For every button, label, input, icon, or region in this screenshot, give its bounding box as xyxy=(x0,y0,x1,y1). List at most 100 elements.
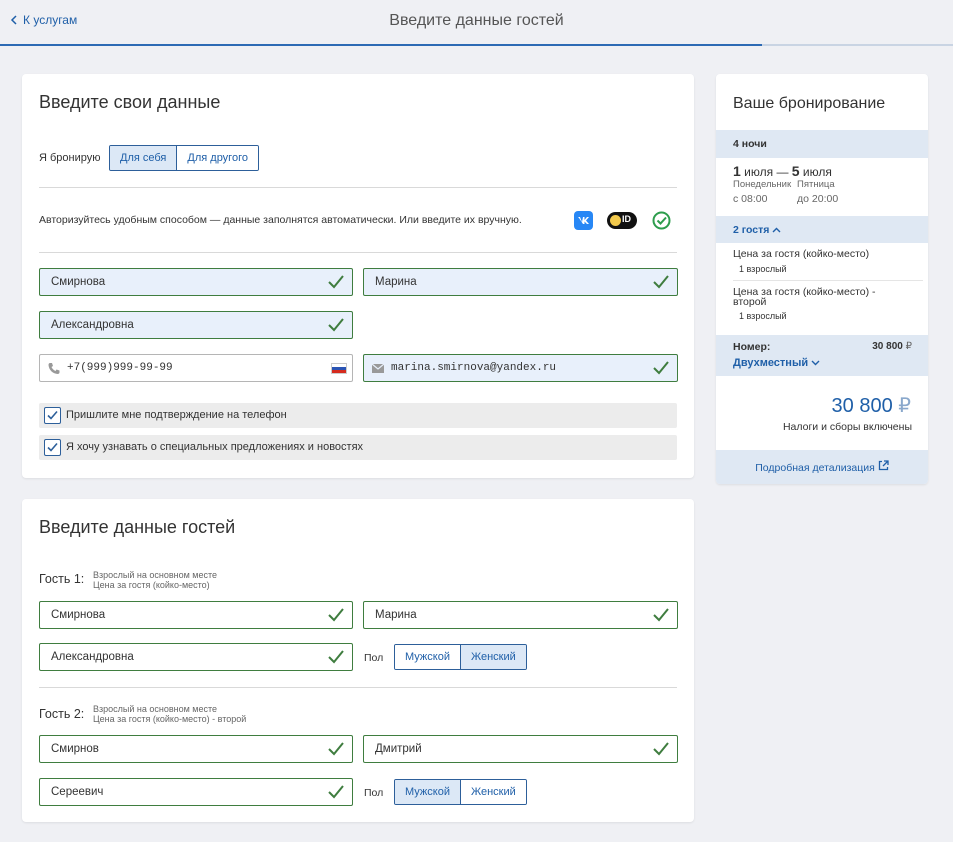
taxes-note: Налоги и сборы включены xyxy=(782,421,912,433)
checkin-day: 1 xyxy=(733,163,741,179)
guests-card: Введите данные гостей Гость 1: Взрослый … xyxy=(22,499,694,822)
guest-1-middle-name-value: Александровна xyxy=(51,651,134,663)
check-icon xyxy=(328,742,344,756)
guest-1-note: Взрослый на основном месте Цена за гостя… xyxy=(93,570,217,590)
guests-title: Введите данные гостей xyxy=(39,517,236,537)
check-icon xyxy=(328,650,344,664)
date-dash: — xyxy=(776,165,789,179)
divider xyxy=(39,687,677,688)
gosuslugi-check-icon[interactable] xyxy=(652,211,671,230)
email-field[interactable]: marina.smirnova@yandex.ru xyxy=(363,354,678,382)
checkout-month: июля xyxy=(802,165,832,179)
top-bar: К услугам Введите данные гостей xyxy=(0,0,953,46)
guest-row-2-sub: 1 взрослый xyxy=(739,311,787,321)
guests-toggle-header[interactable]: 2 гостя xyxy=(716,216,928,243)
guest-1-last-name-field[interactable]: Смирнова xyxy=(39,601,353,629)
guest-2-note-line1: Взрослый на основном месте xyxy=(93,704,218,714)
guest-1-gender-male-button[interactable]: Мужской xyxy=(395,645,460,669)
details-link[interactable]: Подробная детализация xyxy=(716,460,928,474)
check-icon xyxy=(328,608,344,622)
guest-2-note-line2: Цена за гостя (койко-место) - второй xyxy=(93,714,247,724)
check-icon xyxy=(653,742,669,756)
check-icon xyxy=(653,608,669,622)
guest-2-first-name-field[interactable]: Дмитрий xyxy=(363,735,678,763)
check-icon xyxy=(328,318,344,332)
mail-icon xyxy=(371,363,385,373)
checkin-time: с 08:00 xyxy=(733,193,768,205)
news-checkbox[interactable] xyxy=(44,439,61,456)
phone-field[interactable]: +7(999)999-99-99 xyxy=(39,354,353,382)
middle-name-field[interactable]: Александровна xyxy=(39,311,353,339)
own-data-title: Введите свои данные xyxy=(39,92,221,112)
chevron-up-icon xyxy=(772,227,781,233)
divider xyxy=(39,187,677,188)
check-icon xyxy=(328,785,344,799)
sber-id-icon[interactable]: ID xyxy=(607,212,637,229)
guest-2-middle-name-value: Сереевич xyxy=(51,786,104,798)
booking-for-label: Я бронирую xyxy=(39,152,101,164)
guests-toggle-label: 2 гостя xyxy=(733,224,770,236)
checkin-weekday: Понедельник xyxy=(733,179,792,190)
auth-hint: Авторизуйтесь удобным способом — данные … xyxy=(39,214,522,226)
divider xyxy=(733,280,923,281)
checkin-month: июля xyxy=(744,165,774,179)
guests-toggle[interactable]: 2 гостя xyxy=(733,224,781,236)
own-data-card: Введите свои данные Я бронирую Для себя … xyxy=(22,74,694,478)
guest-1-middle-name-field[interactable]: Александровна xyxy=(39,643,353,671)
checkmark-icon xyxy=(47,410,58,420)
checkout-day: 5 xyxy=(791,163,800,179)
russia-flag-icon[interactable] xyxy=(331,363,347,374)
first-name-field[interactable]: Марина xyxy=(363,268,678,296)
last-name-value: Смирнова xyxy=(51,276,106,288)
phone-confirmation-checkbox[interactable] xyxy=(44,407,61,424)
guest-2-middle-name-field[interactable]: Сереевич xyxy=(39,778,353,806)
checkout-weekday: Пятница xyxy=(797,179,835,190)
room-block: Номер: 30 800 ₽ Двухместный xyxy=(716,335,928,376)
phone-icon xyxy=(48,363,60,374)
room-type-toggle[interactable]: Двухместный xyxy=(733,357,820,369)
total-price: 30 800 ₽ xyxy=(832,393,911,418)
news-checkbox-row[interactable]: Я хочу узнавать о специальных предложени… xyxy=(39,435,677,460)
progress-fill xyxy=(0,44,763,46)
room-price-value: 30 800 xyxy=(872,341,903,352)
room-type-label: Двухместный xyxy=(733,357,809,369)
news-label: Я хочу узнавать о специальных предложени… xyxy=(66,441,364,453)
total-currency: ₽ xyxy=(898,395,911,417)
guest-2-last-name-value: Смирнов xyxy=(51,743,99,755)
guest-2-first-name-value: Дмитрий xyxy=(375,743,422,755)
guest-2-gender-toggle: Мужской Женский xyxy=(394,779,527,805)
guest-2-note: Взрослый на основном месте Цена за гостя… xyxy=(93,704,246,724)
phone-value: +7(999)999-99-99 xyxy=(67,362,173,374)
chevron-down-icon xyxy=(811,360,820,366)
last-name-field[interactable]: Смирнова xyxy=(39,268,353,296)
guest-1-note-line1: Взрослый на основном месте xyxy=(93,570,218,580)
guest-2-gender-male-button[interactable]: Мужской xyxy=(395,780,460,804)
progress-bar xyxy=(0,44,953,46)
room-label: Номер: xyxy=(733,341,771,353)
external-link-icon xyxy=(878,460,889,471)
phone-confirmation-label: Пришлите мне подтверждение на телефон xyxy=(66,409,287,421)
email-value: marina.smirnova@yandex.ru xyxy=(391,362,557,374)
details-footer: Подробная детализация xyxy=(716,450,928,484)
guest-1-gender-female-button[interactable]: Женский xyxy=(459,645,526,669)
booking-for-self-button[interactable]: Для себя xyxy=(110,146,177,170)
checkout-time: до 20:00 xyxy=(797,193,839,205)
booking-for-other-button[interactable]: Для другого xyxy=(176,146,258,170)
total-value: 30 800 xyxy=(831,395,893,417)
guest-1-gender-toggle: Мужской Женский xyxy=(394,644,527,670)
first-name-value: Марина xyxy=(375,276,417,288)
vk-icon[interactable] xyxy=(574,211,593,230)
guest-1-gender-label: Пол xyxy=(364,652,384,664)
guest-1-first-name-field[interactable]: Марина xyxy=(363,601,678,629)
guest-1-note-line2: Цена за гостя (койко-место) xyxy=(93,580,210,590)
guest-1-label: Гость 1: xyxy=(39,572,85,586)
guest-row-1-title: Цена за гостя (койко-место) xyxy=(733,248,870,260)
guest-2-gender-female-button[interactable]: Женский xyxy=(459,780,526,804)
guest-1-first-name-value: Марина xyxy=(375,609,417,621)
guest-2-last-name-field[interactable]: Смирнов xyxy=(39,735,353,763)
nights-count: 4 ночи xyxy=(733,138,767,150)
nights-header: 4 ночи xyxy=(716,130,928,158)
phone-confirmation-checkbox-row[interactable]: Пришлите мне подтверждение на телефон xyxy=(39,403,677,428)
room-price-currency: ₽ xyxy=(905,341,912,352)
details-link-label: Подробная детализация xyxy=(755,462,875,474)
